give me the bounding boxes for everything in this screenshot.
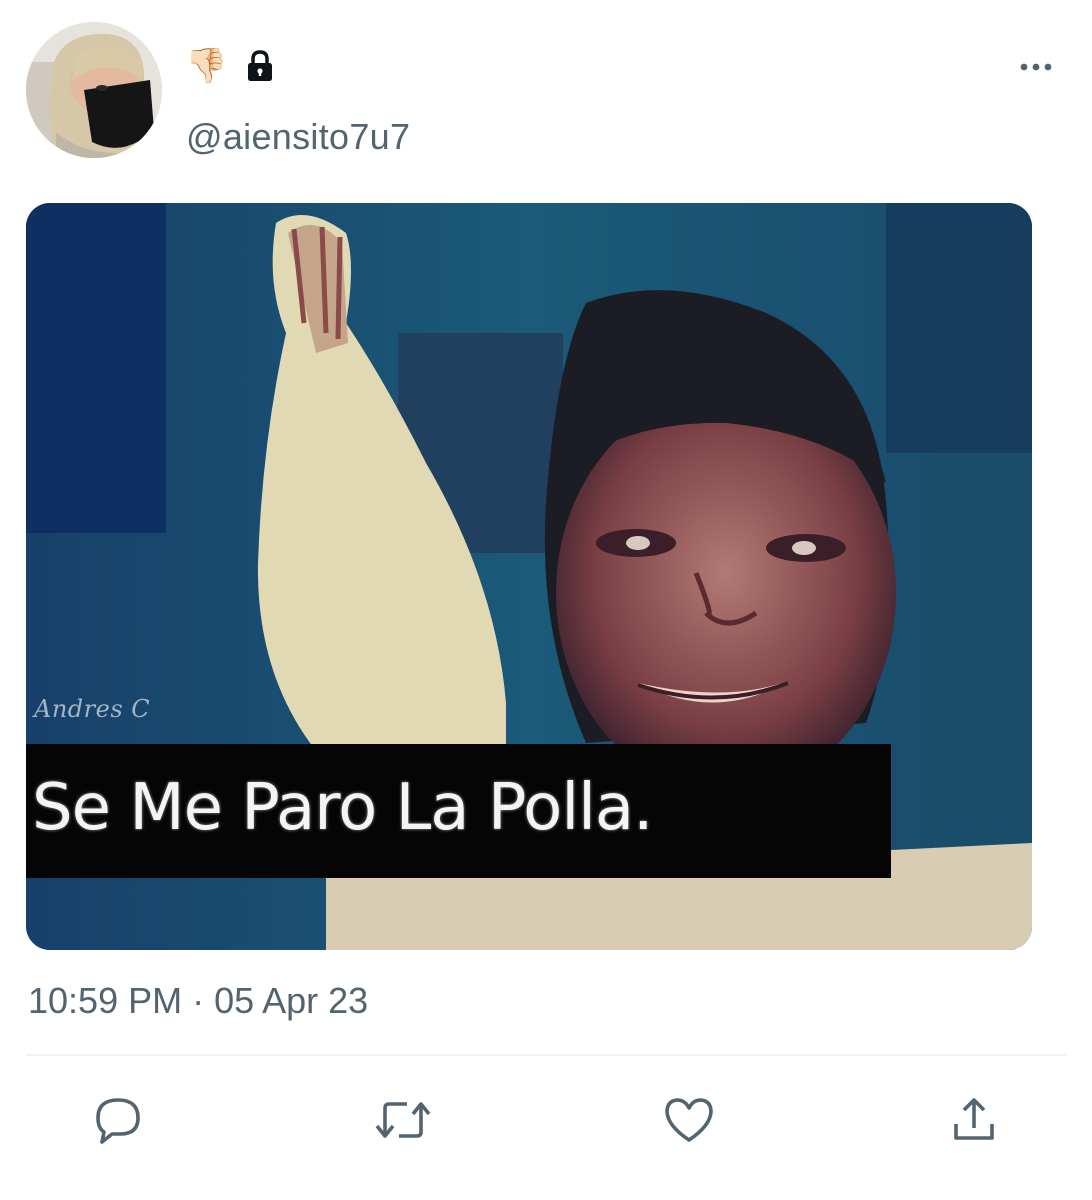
share-icon xyxy=(948,1094,1000,1146)
tweet-media-image[interactable]: Andres C Se Me Paro La Polla. xyxy=(26,203,1032,950)
like-icon xyxy=(662,1094,716,1146)
retweet-button[interactable] xyxy=(373,1090,433,1150)
share-button[interactable] xyxy=(944,1090,1004,1150)
lock-icon xyxy=(245,49,275,83)
reply-button[interactable] xyxy=(88,1090,148,1150)
action-bar xyxy=(0,1090,1092,1150)
retweet-icon xyxy=(373,1094,433,1146)
like-button[interactable] xyxy=(659,1090,719,1150)
display-name-row[interactable]: 👎🏻 xyxy=(185,44,275,88)
divider xyxy=(26,1054,1066,1056)
tweet-timestamp[interactable]: 10:59 PM · 05 Apr 23 xyxy=(28,980,368,1022)
more-icon[interactable] xyxy=(1014,50,1058,84)
meme-caption: Se Me Paro La Polla. xyxy=(32,771,653,845)
display-name[interactable]: 👎🏻 xyxy=(185,44,227,88)
reply-icon xyxy=(92,1094,144,1146)
avatar[interactable] xyxy=(26,22,162,158)
video-watermark: Andres C xyxy=(34,695,151,723)
user-handle[interactable]: @aiensito7u7 xyxy=(186,116,410,158)
tweet: 👎🏻 @aiensito7u7 Andres C Se Me Paro La P… xyxy=(0,0,1092,1200)
